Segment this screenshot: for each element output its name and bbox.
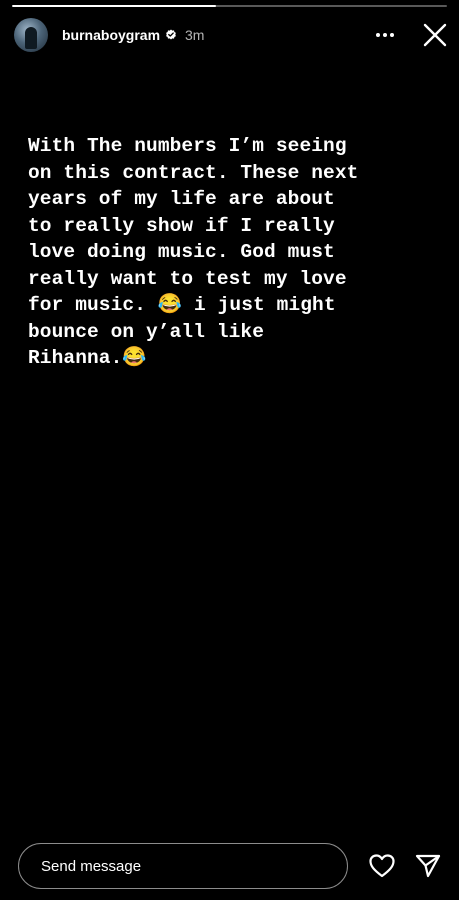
- send-message-input[interactable]: [18, 843, 348, 889]
- like-button[interactable]: [367, 851, 397, 881]
- share-button[interactable]: [413, 851, 443, 881]
- close-button[interactable]: [419, 19, 451, 51]
- username[interactable]: burnaboygram: [62, 27, 160, 43]
- story-header: burnaboygram 3m: [14, 16, 451, 54]
- verified-badge-icon: [165, 29, 177, 41]
- heart-icon: [369, 854, 395, 878]
- story-reply-bar: [18, 842, 447, 890]
- story-text: With The numbers I’m seeing on this cont…: [28, 135, 359, 369]
- more-horizontal-icon: [376, 33, 394, 37]
- story-progress-bar: [12, 5, 447, 7]
- close-icon: [423, 23, 447, 47]
- send-icon: [415, 854, 441, 878]
- more-options-button[interactable]: [371, 21, 399, 49]
- avatar[interactable]: [14, 18, 48, 52]
- story-progress-fill: [12, 5, 217, 7]
- story-timestamp: 3m: [185, 27, 205, 43]
